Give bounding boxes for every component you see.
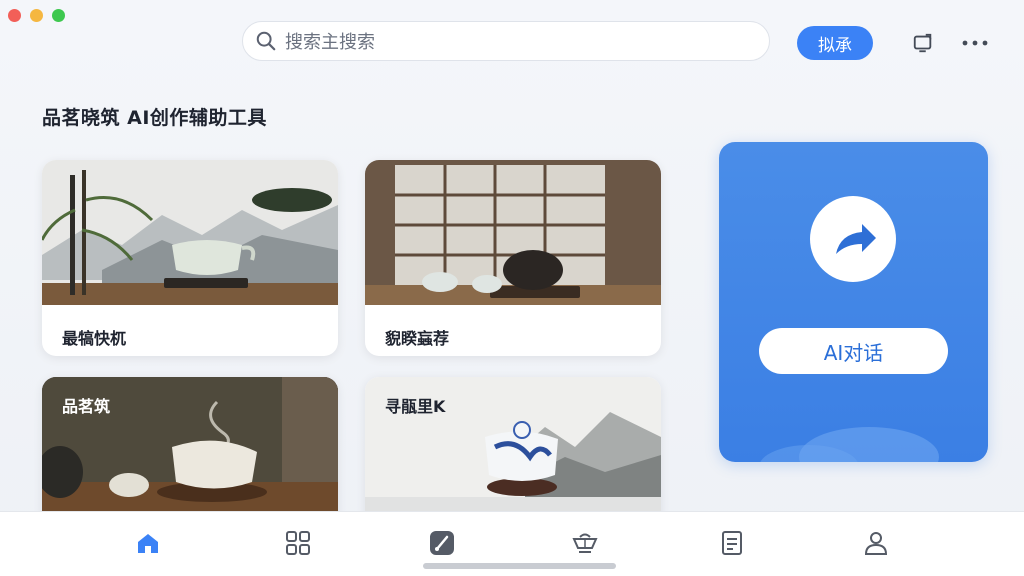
search-button[interactable]: 拟承 xyxy=(797,26,873,60)
tea-bowl-icon[interactable] xyxy=(571,529,599,557)
search-bar[interactable]: 搜索主搜索 xyxy=(242,21,770,61)
user-icon[interactable] xyxy=(862,529,890,557)
grid-icon[interactable] xyxy=(284,529,312,557)
japanese-room-teapot-image xyxy=(365,160,661,305)
ai-chat-button[interactable]: AI对话 xyxy=(759,328,948,374)
cast-icon[interactable] xyxy=(912,32,934,54)
cloud-decoration xyxy=(760,427,939,462)
app-window: 搜索主搜索 拟承 品茗晓筑 AI创作辅助工具 最犒快杌 貎睽蝱荐 品茗筑 寻瓹里… xyxy=(0,0,1024,576)
share-arrow-icon[interactable] xyxy=(810,196,896,282)
ai-panel[interactable]: AI对话 xyxy=(719,142,988,462)
card-label: 品茗筑 xyxy=(62,397,111,416)
card-label: 貎睽蝱荐 xyxy=(385,329,450,348)
page-title: 品茗晓筑 AI创作辅助工具 xyxy=(42,107,267,129)
feature-card[interactable]: 貎睽蝱荐 xyxy=(365,160,661,356)
search-icon xyxy=(256,31,276,51)
document-icon[interactable] xyxy=(718,529,746,557)
home-indicator xyxy=(423,563,616,569)
maximize-window-button[interactable] xyxy=(52,9,65,22)
card-label: 寻瓹里K xyxy=(385,397,446,416)
minimize-window-button[interactable] xyxy=(30,9,43,22)
window-controls xyxy=(8,9,65,22)
more-icon[interactable] xyxy=(962,40,988,46)
brush-icon[interactable] xyxy=(428,529,456,557)
card-label: 最犒快杌 xyxy=(62,329,127,348)
home-icon[interactable] xyxy=(134,529,162,557)
close-window-button[interactable] xyxy=(8,9,21,22)
search-input[interactable]: 搜索主搜索 xyxy=(285,28,375,54)
feature-card[interactable]: 最犒快杌 xyxy=(42,160,338,356)
bamboo-teapot-image xyxy=(42,160,338,305)
